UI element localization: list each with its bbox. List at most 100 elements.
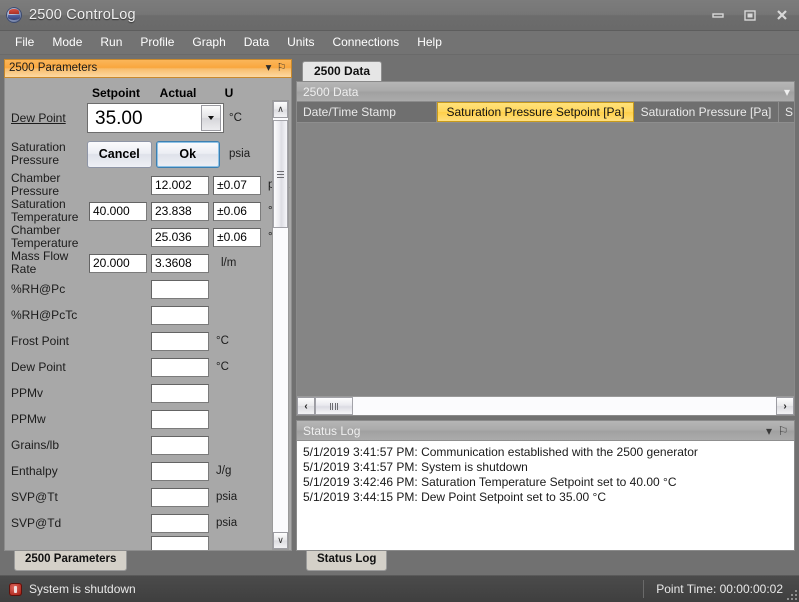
scroll-up-icon[interactable]: ∧ [273,101,288,118]
scroll-down-icon[interactable]: ∨ [273,532,288,549]
scroll-left-icon[interactable]: ‹ [297,397,315,415]
svp-at-td-setpoint-cell [87,514,149,533]
menu-item-graph[interactable]: Graph [183,33,234,52]
grains-per-lb-actual-cell [149,435,211,455]
status-log-content[interactable]: 5/1/2019 3:41:57 PM: Communication estab… [297,441,794,550]
menu-item-connections[interactable]: Connections [323,33,408,52]
menu-item-mode[interactable]: Mode [43,33,91,52]
log-entry: 5/1/2019 3:41:57 PM: Communication estab… [303,445,698,459]
saturation-temperature-actual-input[interactable]: 23.838 [151,201,209,221]
parameter-label-dew-point[interactable]: Dew Point [11,111,87,125]
data-grid-horizontal-scrollbar[interactable]: ‹ › [297,396,794,415]
chamber-pressure-actual-input[interactable]: 12.002 [151,175,209,195]
partial-actual-input[interactable] [151,536,209,550]
grains-per-lb-setpoint-cell [87,436,149,455]
parameters-vertical-scrollbar[interactable]: ∧ ∨ [272,100,289,550]
grains-per-lb-actual-input[interactable] [151,435,209,455]
menu-item-help[interactable]: Help [408,33,451,52]
parameters-panel-title: 2500 Parameters [9,61,98,74]
parameter-label-saturation-pressure: Saturation Pressure [11,140,66,167]
parameter-row-rh-at-pc: %RH@Pc [5,276,269,302]
parameter-label-saturation-temperature: Saturation Temperature [11,197,79,224]
chevron-down-icon[interactable] [201,105,221,131]
chamber-temperature-u-input[interactable]: ±0.06 [213,227,261,247]
data-grid-rows [297,123,794,396]
chamber-pressure-u-input[interactable]: ±0.07 [213,175,261,195]
chamber-temperature-actual-input[interactable]: 25.036 [151,227,209,247]
rh-at-pc-actual-input[interactable] [151,279,209,299]
column-header-u: U [224,86,234,100]
parameter-label-rh-at-pc: %RH@Pc [11,281,66,296]
parameter-row-chamber-pressure: Chamber Pressure 12.002 ±0.07 psia [5,172,289,198]
saturation-temperature-u-input[interactable]: ±0.06 [213,201,261,221]
enthalpy-actual-input[interactable] [151,461,209,481]
cancel-button[interactable]: Cancel [87,140,152,168]
minimize-button[interactable] [707,5,729,25]
rh-at-pctc-actual-input[interactable] [151,305,209,325]
dew-point-setpoint-combo[interactable]: 35.00 [87,103,224,133]
menu-bar: File Mode Run Profile Graph Data Units C… [0,31,799,55]
ppmv-actual-cell [149,383,211,403]
tab-2500-parameters[interactable]: 2500 Parameters [14,551,128,571]
frost-point-actual-input[interactable] [151,331,209,351]
maximize-restore-button[interactable] [739,5,761,25]
svp-at-tt-actual-cell [149,487,211,507]
menu-item-run[interactable]: Run [91,33,131,52]
hscrollbar-track[interactable] [315,397,776,415]
app-globe-icon [6,7,22,23]
tab-2500-data[interactable]: 2500 Data [302,61,383,81]
grip-icon [277,170,284,178]
scrollbar-track[interactable] [273,118,288,532]
chevron-down-icon[interactable]: ▾ [262,62,275,75]
log-entry: 5/1/2019 3:41:57 PM: System is shutdown [303,460,528,474]
svp-at-tt-setpoint-cell [87,488,149,507]
mass-flow-rate-actual-input[interactable]: 3.3608 [151,253,209,273]
menu-item-file[interactable]: File [6,33,43,52]
parameter-label-ppmv: PPMv [11,385,44,400]
chamber-pressure-u-cell: ±0.07 [211,175,263,195]
svp-at-tt-actual-input[interactable] [151,487,209,507]
status-log-title: Status Log [303,423,361,438]
saturation-temperature-u-cell: ±0.06 [211,201,263,221]
mass-flow-rate-setpoint-input[interactable]: 20.000 [89,253,147,273]
menu-item-profile[interactable]: Profile [131,33,183,52]
ppmv-actual-input[interactable] [151,383,209,403]
scroll-right-icon[interactable]: › [776,397,794,415]
parameter-row-mass-flow-rate: Mass Flow Rate 20.000 3.3608 l/m [5,250,269,276]
ok-button[interactable]: Ok [155,140,220,168]
chamber-pressure-setpoint-cell [87,176,149,195]
dew-point-computed-actual-input[interactable] [151,357,209,377]
column-header-saturation-pressure-setpoint[interactable]: Saturation Pressure Setpoint [Pa] [437,102,634,122]
hscrollbar-thumb[interactable] [315,397,353,415]
saturation-temperature-setpoint-input[interactable]: 40.000 [89,201,147,221]
column-header-next-partial[interactable]: S [779,102,794,122]
parameter-row-rh-at-pctc: %RH@PcTc [5,302,269,328]
window-controls [707,0,793,30]
parameter-label-chamber-temperature: Chamber Temperature [11,223,79,250]
status-log-tabstrip: Status Log [296,551,795,575]
close-button[interactable] [771,5,793,25]
application-window: 2500 ControLog File Mode Run Profile Gra… [0,0,799,602]
menu-item-data[interactable]: Data [235,33,278,52]
rh-at-pc-setpoint-cell [87,280,149,299]
chevron-down-icon[interactable]: ▾ [784,85,790,99]
enthalpy-unit: J/g [216,465,232,477]
ppmw-actual-input[interactable] [151,409,209,429]
column-header-datetime-stamp[interactable]: Date/Time Stamp [297,102,437,122]
pin-icon[interactable]: ⚐ [275,63,288,74]
column-header-saturation-pressure[interactable]: Saturation Pressure [Pa] [634,102,779,122]
parameters-column-headers: Setpoint Actual U [5,78,291,100]
dew-point-computed-setpoint-cell [87,358,149,377]
status-log-caption: Status Log ▾ ⚐ [297,421,794,441]
pin-icon[interactable]: ⚐ [776,424,790,438]
parameters-tabstrip: 2500 Parameters [4,551,292,575]
chevron-down-icon[interactable]: ▾ [762,424,776,438]
parameter-row-saturation-temperature: Saturation Temperature 40.000 23.838 ±0.… [5,197,281,224]
tab-status-log[interactable]: Status Log [306,551,388,571]
resize-grip[interactable] [785,588,797,600]
svp-at-td-actual-input[interactable] [151,513,209,533]
menu-item-units[interactable]: Units [278,33,323,52]
scrollbar-thumb[interactable] [273,120,288,228]
parameter-row-dew-point-editor: Dew Point 35.00 °C [5,100,269,136]
enthalpy-actual-cell [149,461,211,481]
